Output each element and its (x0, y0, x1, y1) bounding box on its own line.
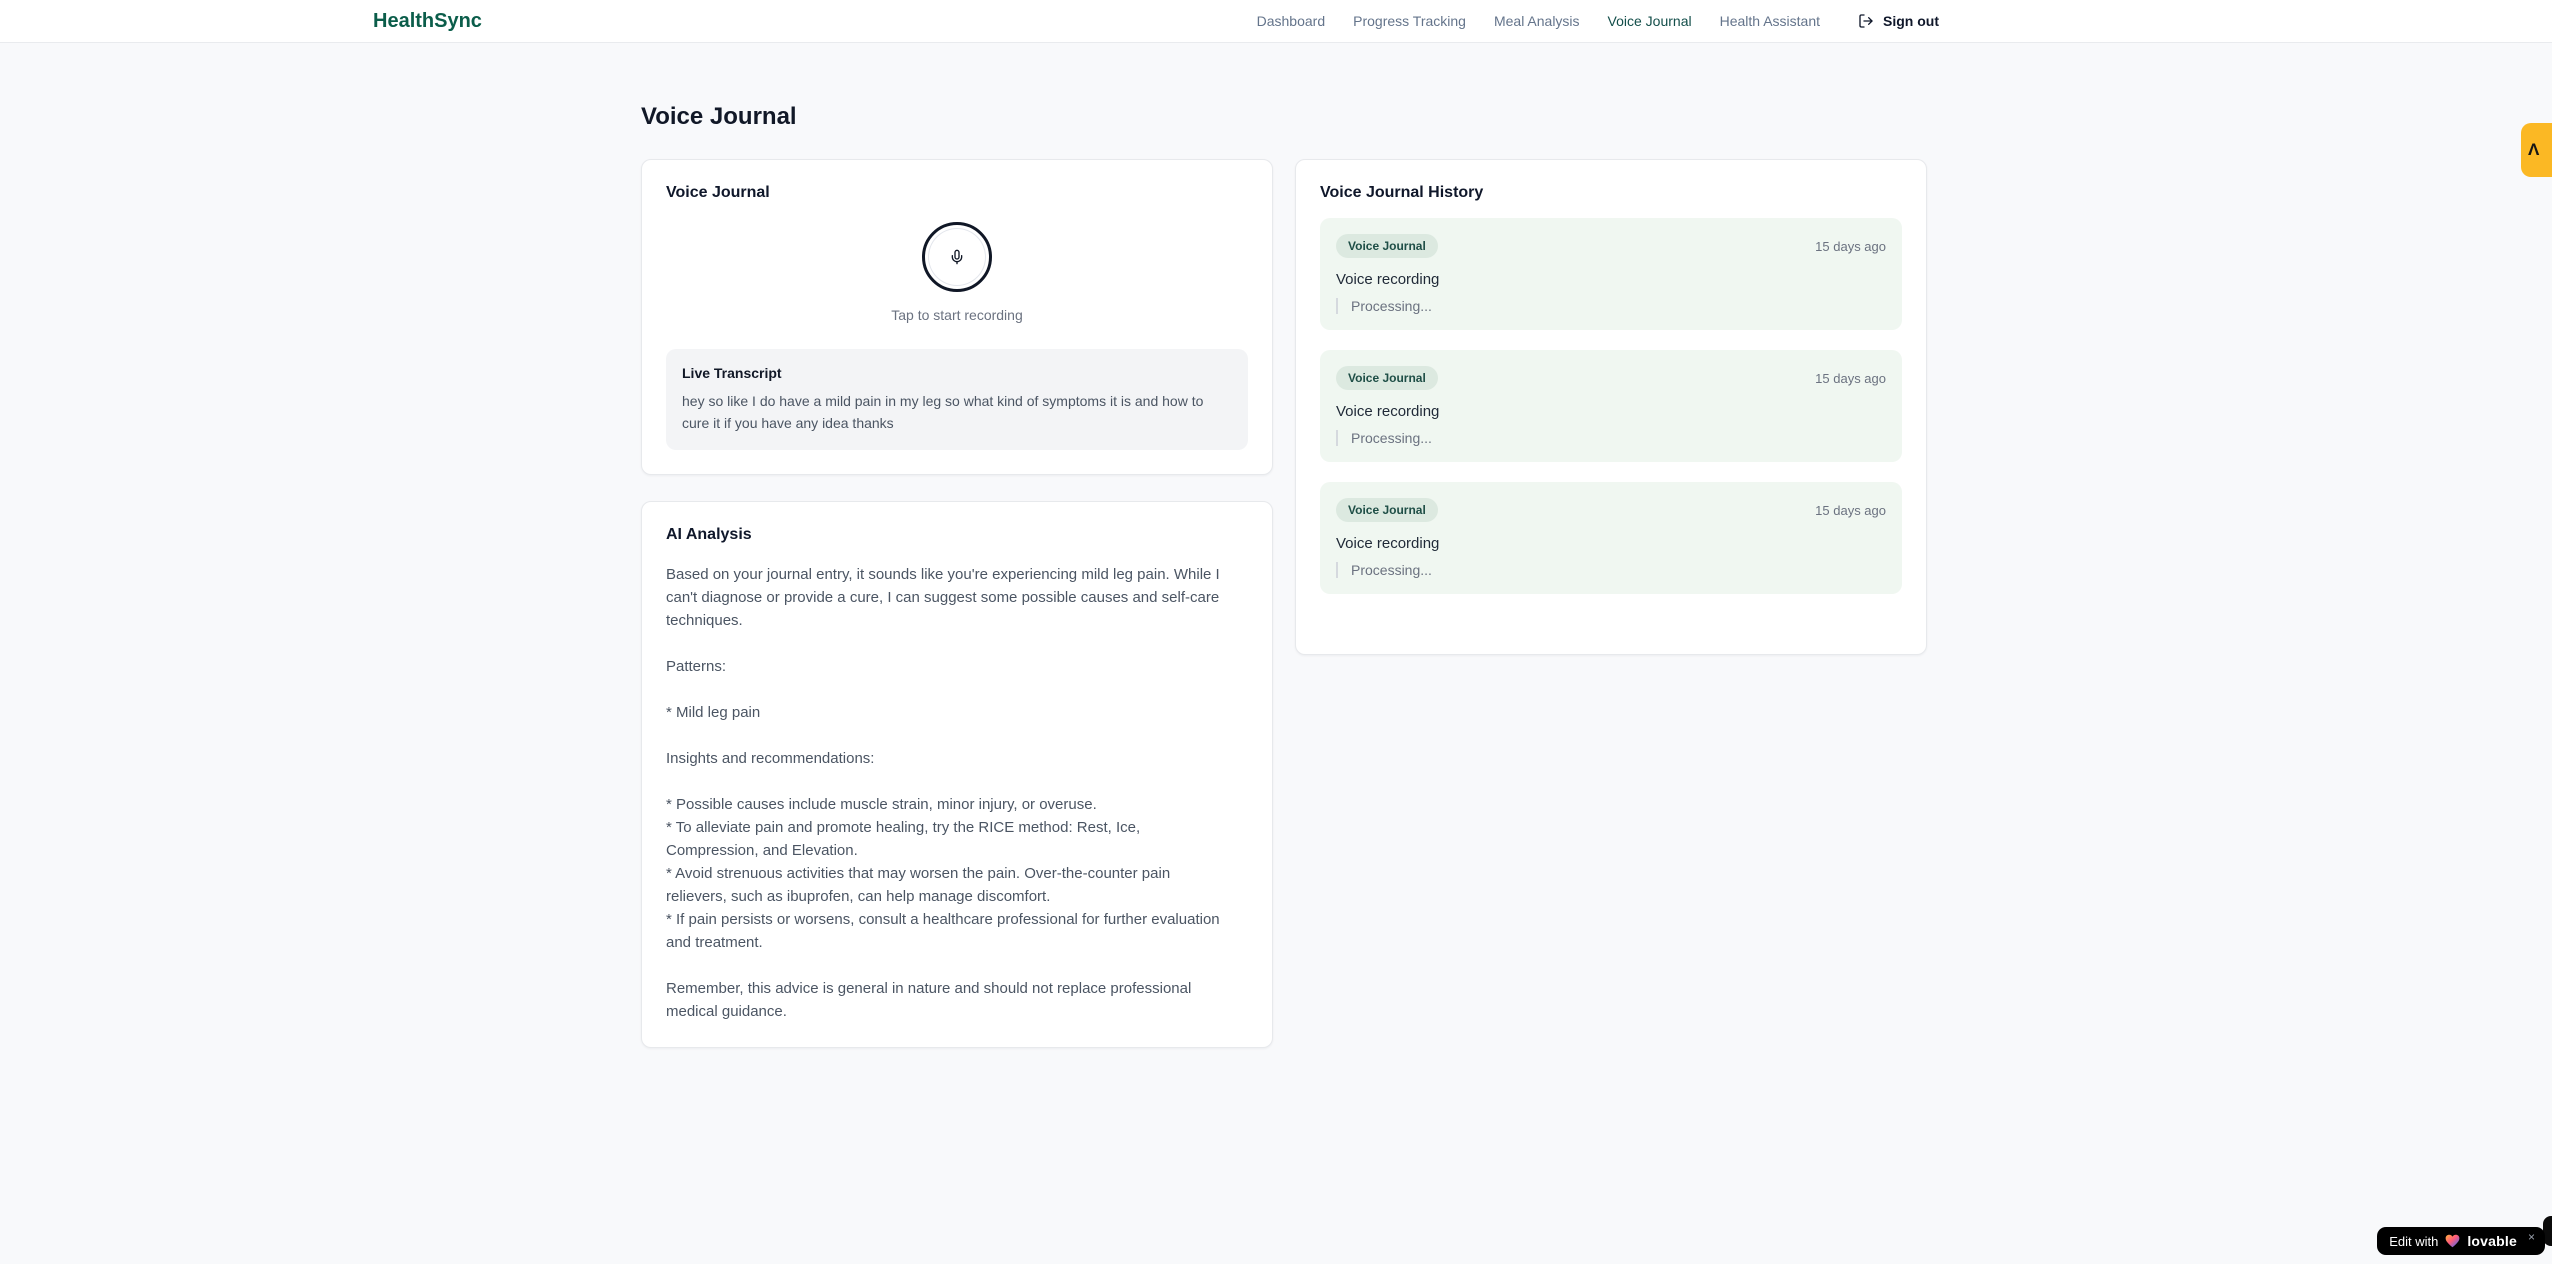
ai-analysis-text: Based on your journal entry, it sounds l… (666, 566, 1220, 1021)
navbar-inner: HealthSync Dashboard Progress Tracking M… (373, 10, 1939, 33)
entry-header: Voice Journal 15 days ago (1336, 366, 1886, 390)
lovable-wordmark: lovable (2467, 1233, 2517, 1249)
entry-status: Processing... (1336, 430, 1886, 446)
lambda-logo-icon: Λ (2528, 140, 2540, 159)
sign-out-button[interactable]: Sign out (1858, 13, 1939, 29)
nav-item-progress-tracking[interactable]: Progress Tracking (1353, 13, 1466, 29)
entry-timestamp: 15 days ago (1815, 238, 1886, 254)
live-transcript-text: hey so like I do have a mild pain in my … (682, 393, 1204, 431)
entry-title: Voice recording (1336, 535, 1440, 552)
logout-icon (1858, 13, 1874, 29)
entry-status: Processing... (1336, 562, 1886, 578)
sign-out-label: Sign out (1883, 13, 1939, 29)
entry-title: Voice recording (1336, 403, 1440, 420)
nav-item-dashboard[interactable]: Dashboard (1257, 13, 1326, 29)
entry-type-badge: Voice Journal (1336, 366, 1438, 390)
history-entry: Voice Journal 15 days ago Voice recordin… (1320, 482, 1902, 594)
entry-type-badge: Voice Journal (1336, 234, 1438, 258)
microphone-icon (949, 249, 965, 265)
history-list: Voice Journal 15 days ago Voice recordin… (1320, 218, 1902, 594)
voice-recorder-card: Voice Journal Tap to start recording Liv… (641, 159, 1273, 476)
side-extension-tab[interactable]: Λ (2521, 123, 2552, 177)
recording-area: Tap to start recording (666, 202, 1248, 323)
close-icon[interactable]: × (2528, 1230, 2535, 1244)
nav-item-voice-journal[interactable]: Voice Journal (1608, 13, 1692, 29)
history-card-title: Voice Journal History (1320, 184, 1484, 201)
right-column: Voice Journal History Voice Journal 15 d… (1295, 159, 1927, 655)
left-column: Voice Journal Tap to start recording Liv… (641, 159, 1273, 1049)
content-grid: Voice Journal Tap to start recording Liv… (641, 159, 1927, 1049)
voice-journal-history-card: Voice Journal History Voice Journal 15 d… (1295, 159, 1927, 655)
record-button[interactable] (922, 222, 992, 292)
top-navbar: HealthSync Dashboard Progress Tracking M… (0, 0, 2552, 43)
entry-status: Processing... (1336, 298, 1886, 314)
history-entry: Voice Journal 15 days ago Voice recordin… (1320, 350, 1902, 462)
nav-item-meal-analysis[interactable]: Meal Analysis (1494, 13, 1580, 29)
entry-timestamp: 15 days ago (1815, 502, 1886, 518)
edit-with-label: Edit with (2389, 1233, 2439, 1249)
edit-with-lovable-badge[interactable]: Edit with lovable × (2377, 1227, 2545, 1255)
ai-analysis-card: AI Analysis Based on your journal entry,… (641, 501, 1273, 1049)
entry-timestamp: 15 days ago (1815, 370, 1886, 386)
tap-to-record-hint: Tap to start recording (891, 307, 1023, 323)
nav-item-health-assistant[interactable]: Health Assistant (1720, 13, 1820, 29)
main-content: Voice Journal Voice Journal Tap to start… (633, 103, 1927, 1108)
live-transcript-title: Live Transcript (682, 365, 782, 381)
entry-type-badge: Voice Journal (1336, 498, 1438, 522)
recorder-card-title: Voice Journal (666, 184, 770, 201)
entry-header: Voice Journal 15 days ago (1336, 498, 1886, 522)
page-title: Voice Journal (641, 103, 797, 130)
live-transcript-box: Live Transcript hey so like I do have a … (666, 349, 1248, 451)
entry-title: Voice recording (1336, 271, 1440, 288)
main-nav: Dashboard Progress Tracking Meal Analysi… (1257, 13, 1939, 29)
history-entry: Voice Journal 15 days ago Voice recordin… (1320, 218, 1902, 330)
entry-header: Voice Journal 15 days ago (1336, 234, 1886, 258)
lovable-heart-icon (2445, 1234, 2460, 1248)
ai-analysis-title: AI Analysis (666, 526, 752, 544)
brand-logo[interactable]: HealthSync (373, 10, 482, 33)
